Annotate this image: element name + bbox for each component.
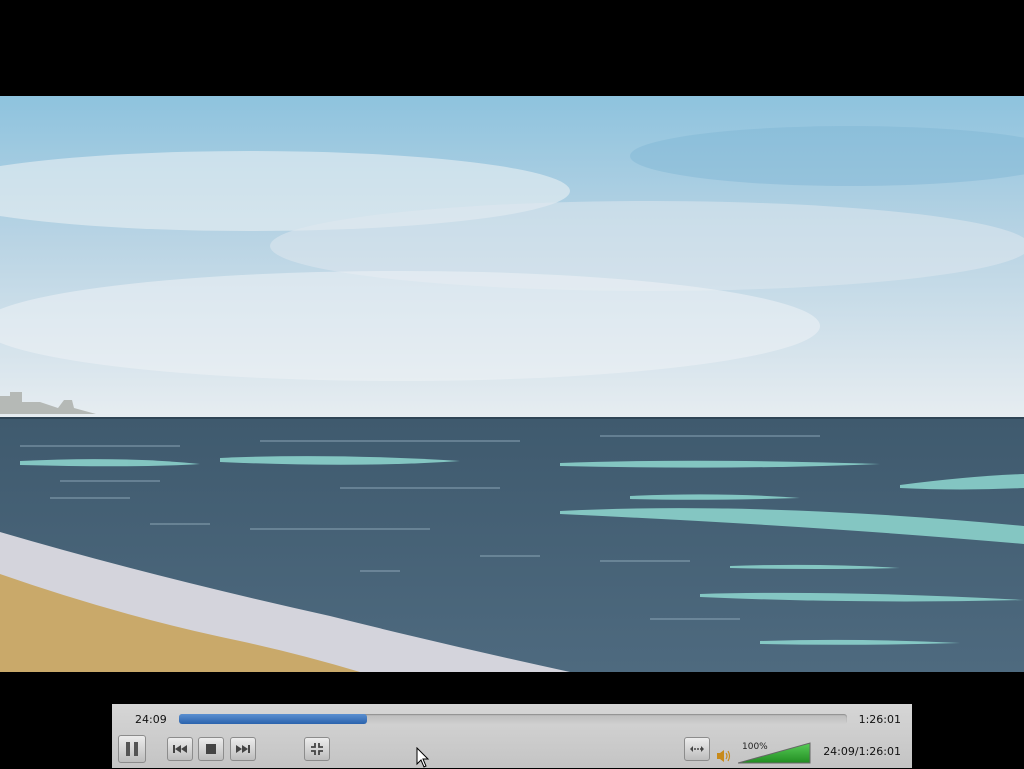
- stop-button[interactable]: [198, 737, 224, 761]
- previous-icon: [173, 745, 187, 753]
- stop-icon: [206, 744, 216, 754]
- volume-percentage: 100%: [742, 742, 768, 752]
- total-time: 1:26:01: [858, 713, 901, 726]
- previous-button[interactable]: [167, 737, 193, 761]
- pause-icon: [126, 742, 138, 756]
- fullscreen-icon: [311, 743, 323, 755]
- elapsed-time: 24:09: [135, 713, 167, 726]
- player-controls: 24:09 1:26:01 100% 24:09/1:26:01: [112, 704, 912, 768]
- pause-button[interactable]: [118, 735, 146, 763]
- speaker-icon[interactable]: [716, 749, 732, 763]
- extended-settings-icon: [690, 746, 704, 752]
- seek-progress: [179, 714, 367, 724]
- next-icon: [236, 745, 250, 753]
- seek-bar[interactable]: [179, 714, 847, 724]
- video-frame[interactable]: [0, 96, 1024, 672]
- mouse-cursor-icon: [416, 747, 430, 768]
- fullscreen-button[interactable]: [304, 737, 330, 761]
- extended-settings-button[interactable]: [684, 737, 710, 761]
- next-button[interactable]: [230, 737, 256, 761]
- video-image: [0, 96, 1024, 672]
- time-display[interactable]: 24:09/1:26:01: [823, 745, 901, 758]
